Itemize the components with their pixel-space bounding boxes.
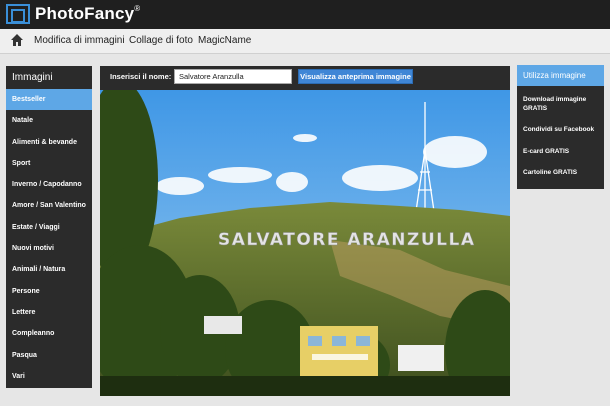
sidebar-item-vari[interactable]: Vari <box>6 366 92 387</box>
sidebar-item-persone[interactable]: Persone <box>6 281 92 302</box>
sidebar-item-inverno-capodanno[interactable]: Inverno / Capodanno <box>6 174 92 195</box>
sidebar-item-alimenti-bevande[interactable]: Alimenti & bevande <box>6 132 92 153</box>
logo[interactable]: PhotoFancy ® <box>6 4 140 24</box>
ecard-free-link[interactable]: E-card GRATIS <box>517 147 604 156</box>
photofancy-logo-icon <box>6 4 30 24</box>
nav-item-magicname[interactable]: MagicName <box>198 35 251 46</box>
use-image-panel: Utilizza immagine Download immagine GRAT… <box>517 65 604 189</box>
nav-item-photo-editing[interactable]: Modifica di immagini <box>34 35 125 46</box>
hollywood-sign-scene: SALVATORE ARANZULLA <box>100 90 510 396</box>
sidebar-item-natale[interactable]: Natale <box>6 110 92 131</box>
name-input[interactable] <box>174 69 292 84</box>
home-icon[interactable] <box>11 34 23 47</box>
sidebar-item-sport[interactable]: Sport <box>6 153 92 174</box>
category-sidebar: Immagini Bestseller Natale Alimenti & be… <box>6 66 92 388</box>
sidebar-item-bestseller[interactable]: Bestseller <box>6 89 92 111</box>
sidebar-item-animali-natura[interactable]: Animali / Natura <box>6 259 92 280</box>
preview-button[interactable]: Visualizza anteprima immagine <box>298 69 413 84</box>
nav-item-photo-collage[interactable]: Collage di foto <box>129 35 193 46</box>
use-image-title: Utilizza immagine <box>517 65 604 86</box>
download-free-link[interactable]: Download immagine GRATIS <box>517 95 604 113</box>
app-name: PhotoFancy <box>35 4 135 23</box>
sidebar-item-compleanno[interactable]: Compleanno <box>6 323 92 344</box>
registered-mark: ® <box>134 3 141 13</box>
sidebar-item-pasqua[interactable]: Pasqua <box>6 345 92 366</box>
sidebar-item-nuovi-motivi[interactable]: Nuovi motivi <box>6 238 92 259</box>
share-facebook-link[interactable]: Condividi su Facebook <box>517 125 604 134</box>
sidebar-item-estate-viaggi[interactable]: Estate / Viaggi <box>6 217 92 238</box>
preview-image: SALVATORE ARANZULLA <box>100 90 510 396</box>
image-editor: Inserisci il nome: Visualizza anteprima … <box>100 66 510 396</box>
main-nav: Modifica di immagini Collage di foto Mag… <box>0 29 610 54</box>
hollywood-sign-text: SALVATORE ARANZULLA <box>218 230 476 250</box>
name-label: Inserisci il nome: <box>110 72 172 81</box>
postcards-free-link[interactable]: Cartoline GRATIS <box>517 168 604 177</box>
sidebar-item-amore-san-valentino[interactable]: Amore / San Valentino <box>6 195 92 216</box>
top-bar: PhotoFancy ® <box>0 0 610 29</box>
sidebar-title: Immagini <box>12 72 53 83</box>
sidebar-item-lettere[interactable]: Lettere <box>6 302 92 323</box>
